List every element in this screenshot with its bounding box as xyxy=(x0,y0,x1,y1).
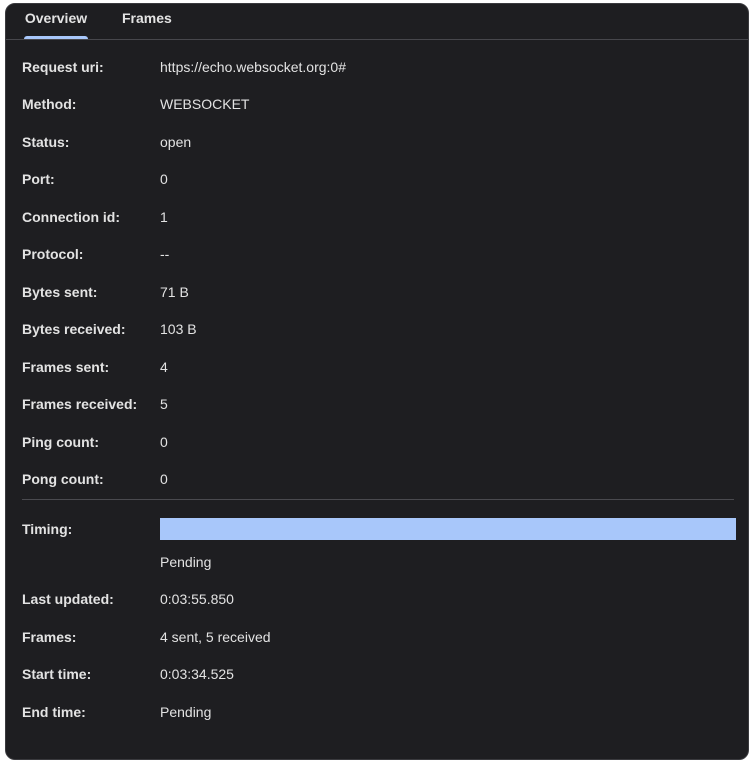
start-time-label: Start time: xyxy=(22,666,92,682)
websocket-details-panel: Overview Frames Request uri: https://ech… xyxy=(5,3,749,760)
row-status: Status: open xyxy=(22,134,734,154)
section-divider xyxy=(22,499,734,500)
bytes-received-label: Bytes received: xyxy=(22,321,126,337)
row-pong-count: Pong count: 0 xyxy=(22,471,734,491)
row-request-uri: Request uri: https://echo.websocket.org:… xyxy=(22,59,734,79)
tab-overview[interactable]: Overview xyxy=(24,4,88,39)
row-last-updated: Last updated: 0:03:55.850 xyxy=(22,591,734,611)
request-uri-value: https://echo.websocket.org:0# xyxy=(160,59,346,75)
ping-count-label: Ping count: xyxy=(22,434,99,450)
bytes-received-value: 103 B xyxy=(160,321,197,337)
row-bytes-received: Bytes received: 103 B xyxy=(22,321,734,341)
frames-sent-label: Frames sent: xyxy=(22,359,110,375)
timing-bar xyxy=(160,518,736,540)
row-port: Port: 0 xyxy=(22,171,734,191)
tab-frames[interactable]: Frames xyxy=(122,4,172,39)
row-method: Method: WEBSOCKET xyxy=(22,96,734,116)
last-updated-label: Last updated: xyxy=(22,591,114,607)
tab-overview-label: Overview xyxy=(24,10,88,26)
active-tab-indicator xyxy=(24,36,88,39)
status-value: open xyxy=(160,134,192,150)
row-frames-received: Frames received: 5 xyxy=(22,396,734,416)
pong-count-label: Pong count: xyxy=(22,471,104,487)
status-label: Status: xyxy=(22,134,70,150)
ping-count-value: 0 xyxy=(160,434,168,450)
row-timing-status: Pending xyxy=(22,554,734,574)
port-label: Port: xyxy=(22,171,55,187)
row-bytes-sent: Bytes sent: 71 B xyxy=(22,284,734,304)
request-uri-label: Request uri: xyxy=(22,59,104,75)
last-updated-value: 0:03:55.850 xyxy=(160,591,234,607)
method-label: Method: xyxy=(22,96,77,112)
method-value: WEBSOCKET xyxy=(160,96,250,112)
connection-id-label: Connection id: xyxy=(22,209,120,225)
end-time-label: End time: xyxy=(22,704,86,720)
protocol-value: -- xyxy=(160,246,170,262)
end-time-value: Pending xyxy=(160,704,212,720)
row-end-time: End time: Pending xyxy=(22,704,734,724)
timing-label: Timing: xyxy=(22,521,73,537)
row-start-time: Start time: 0:03:34.525 xyxy=(22,666,734,686)
frames-sent-value: 4 xyxy=(160,359,168,375)
frames-received-label: Frames received: xyxy=(22,396,138,412)
bytes-sent-value: 71 B xyxy=(160,284,189,300)
pong-count-value: 0 xyxy=(160,471,168,487)
start-time-value: 0:03:34.525 xyxy=(160,666,234,682)
connection-id-value: 1 xyxy=(160,209,168,225)
tab-frames-label: Frames xyxy=(122,10,172,26)
port-value: 0 xyxy=(160,171,168,187)
frames-summary-label: Frames: xyxy=(22,629,77,645)
row-frames-summary: Frames: 4 sent, 5 received xyxy=(22,629,734,649)
frames-summary-value: 4 sent, 5 received xyxy=(160,629,271,645)
row-protocol: Protocol: -- xyxy=(22,246,734,266)
row-connection-id: Connection id: 1 xyxy=(22,209,734,229)
timing-status-value: Pending xyxy=(160,554,212,570)
row-frames-sent: Frames sent: 4 xyxy=(22,359,734,379)
frames-received-value: 5 xyxy=(160,396,168,412)
tab-bar: Overview Frames xyxy=(6,4,748,40)
protocol-label: Protocol: xyxy=(22,246,84,262)
bytes-sent-label: Bytes sent: xyxy=(22,284,98,300)
row-ping-count: Ping count: 0 xyxy=(22,434,734,454)
